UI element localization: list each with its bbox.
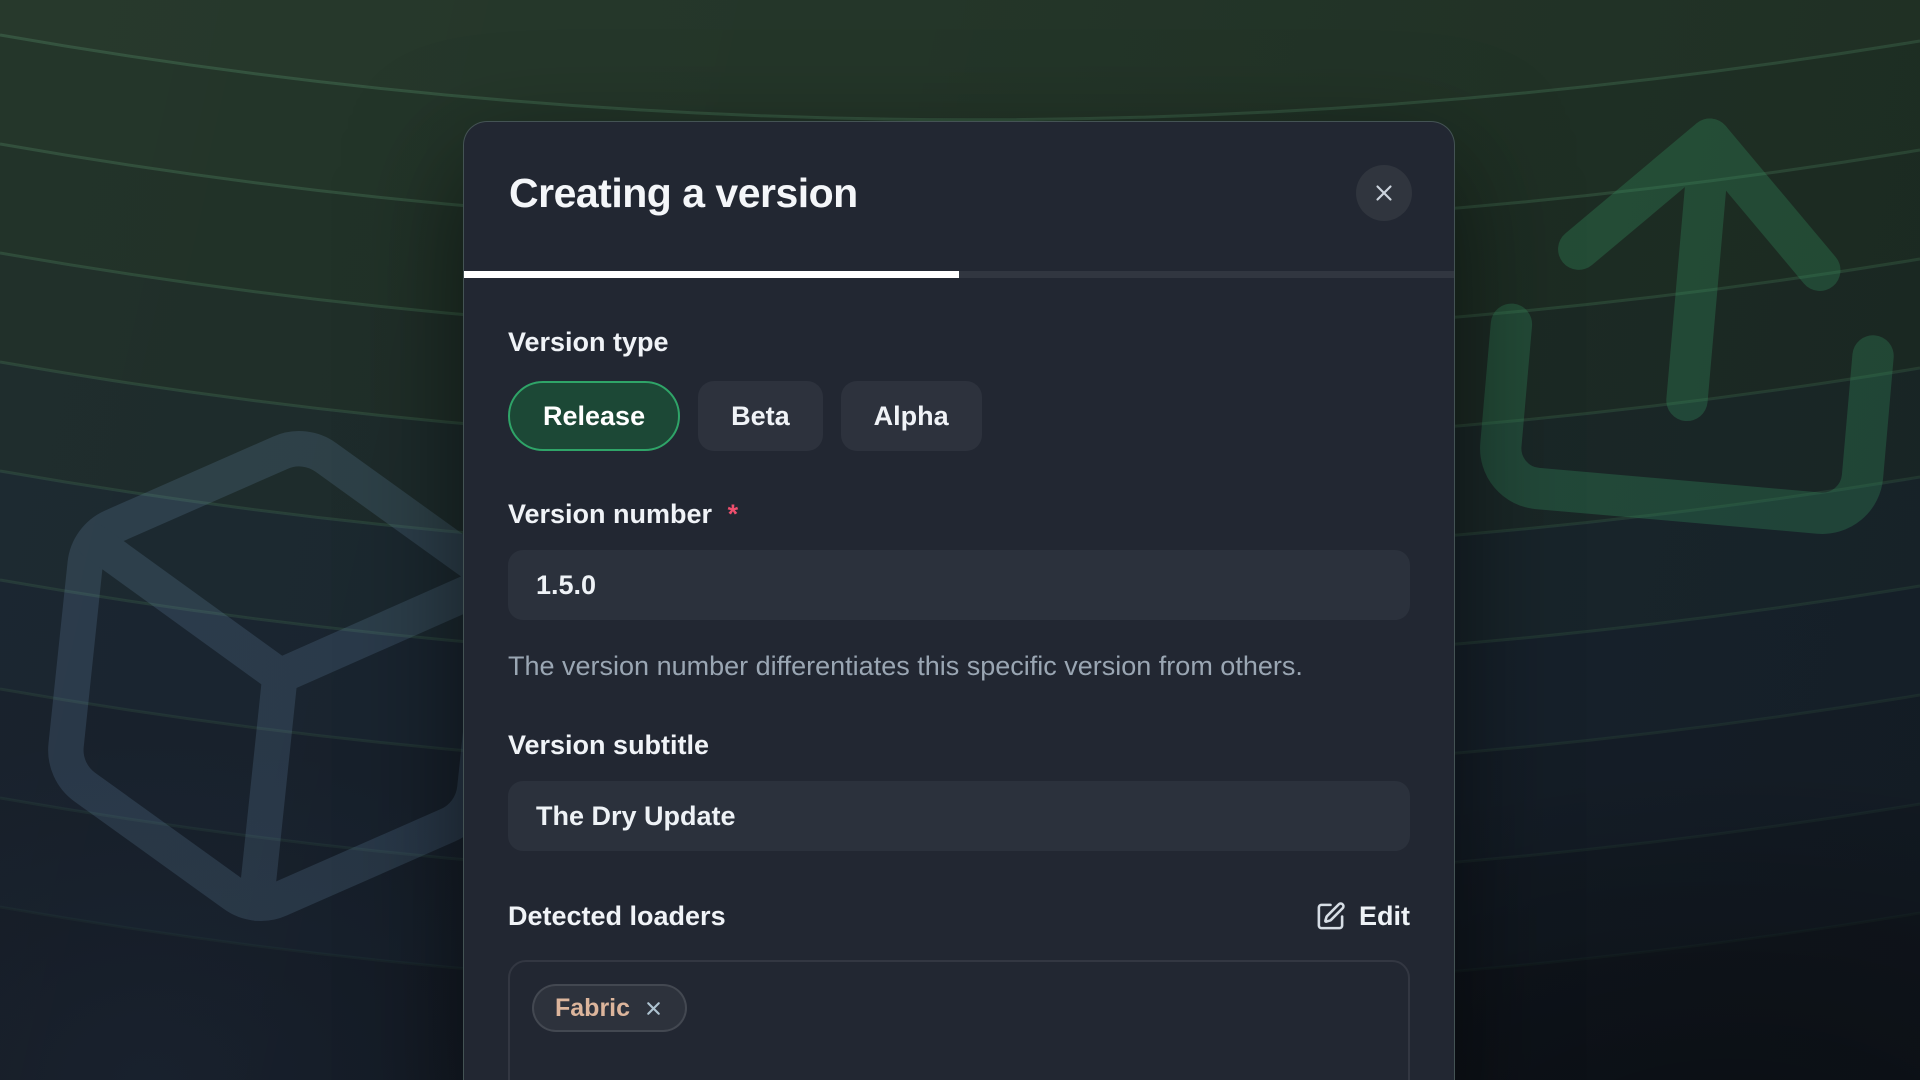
version-number-label-text: Version number [508, 499, 712, 529]
close-icon [1371, 180, 1397, 206]
detected-loaders-label: Detected loaders [508, 899, 726, 933]
progress-bar [464, 271, 1454, 278]
create-version-modal: Creating a version Version type Release … [463, 121, 1455, 1080]
edit-loaders-button[interactable]: Edit [1315, 901, 1410, 932]
progress-fill [464, 271, 959, 278]
remove-loader-icon[interactable] [643, 998, 664, 1019]
modal-header: Creating a version [464, 122, 1454, 222]
version-number-help-text: The version number differentiates this s… [508, 644, 1378, 688]
page-background: Creating a version Version type Release … [0, 0, 1920, 1080]
upload-arrow-icon [1432, 58, 1920, 582]
version-type-options: Release Beta Alpha [508, 381, 1410, 451]
version-subtitle-label: Version subtitle [508, 728, 1410, 762]
loader-chip-fabric[interactable]: Fabric [532, 984, 687, 1032]
version-number-label: Version number * [508, 497, 1410, 531]
detected-loaders-box: Fabric [508, 960, 1410, 1080]
version-type-beta-button[interactable]: Beta [698, 381, 823, 451]
edit-pencil-icon [1315, 901, 1346, 932]
modal-title: Creating a version [509, 164, 858, 222]
version-type-label: Version type [508, 325, 1410, 359]
edit-button-label: Edit [1359, 901, 1410, 932]
version-subtitle-input[interactable] [508, 781, 1410, 851]
required-asterisk: * [728, 499, 739, 529]
version-type-release-button[interactable]: Release [508, 381, 680, 451]
modal-body: Version type Release Beta Alpha Version … [464, 325, 1454, 1080]
version-type-alpha-button[interactable]: Alpha [841, 381, 982, 451]
close-button[interactable] [1356, 165, 1412, 221]
version-number-input[interactable] [508, 550, 1410, 620]
loader-chip-label: Fabric [555, 994, 630, 1023]
detected-loaders-header: Detected loaders Edit [508, 899, 1410, 933]
